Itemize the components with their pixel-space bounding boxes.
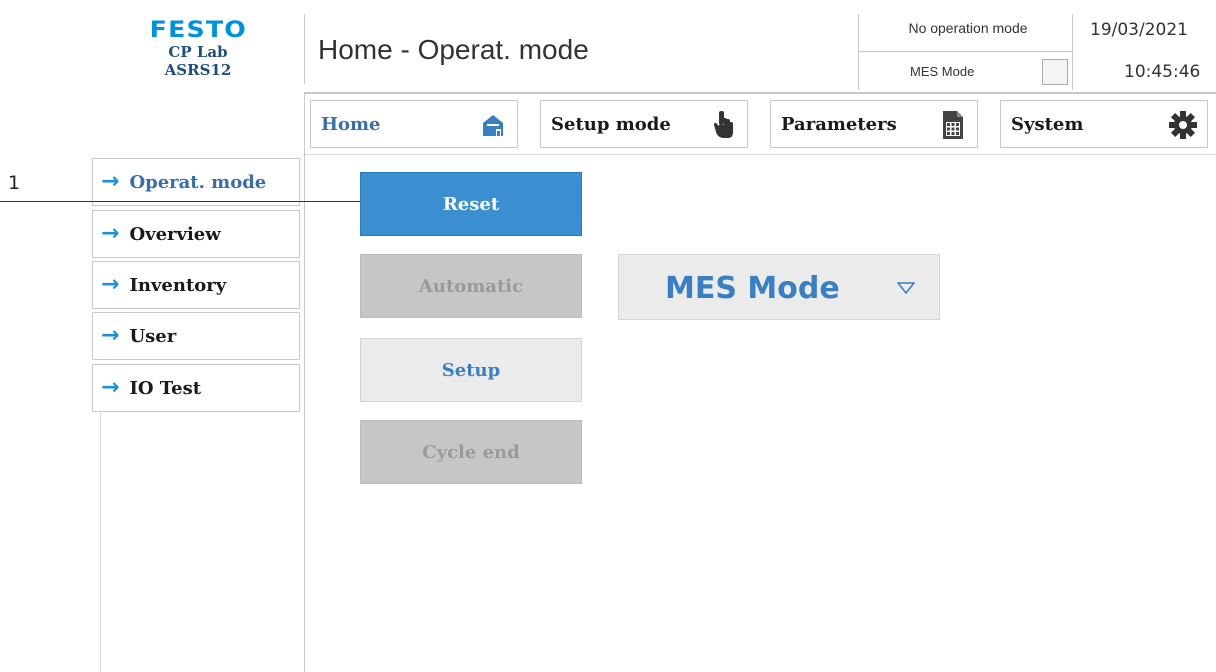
header-bottom-divider	[304, 92, 1216, 94]
reset-button[interactable]: Reset	[360, 172, 582, 236]
dropdown-selected-value: MES Mode	[665, 271, 840, 306]
nav-setup-mode-label: Setup mode	[551, 113, 671, 135]
document-table-icon	[937, 109, 969, 141]
sidebar-left-divider	[100, 410, 101, 672]
brand-station-id: ASRS12	[164, 61, 232, 79]
arrow-right-icon: →	[101, 375, 120, 400]
triangle-down-icon	[895, 277, 917, 299]
sidebar-item-io-test[interactable]: → IO Test	[92, 364, 300, 412]
arrow-right-icon: →	[101, 169, 120, 194]
status-divider-horizontal	[858, 51, 1072, 52]
nav-parameters-button[interactable]: Parameters	[770, 100, 978, 148]
gear-icon	[1167, 109, 1199, 141]
setup-button[interactable]: Setup	[360, 338, 582, 402]
nav-parameters-label: Parameters	[781, 113, 897, 135]
hand-pointer-icon	[707, 109, 739, 141]
automatic-button[interactable]: Automatic	[360, 254, 582, 318]
time-display: 10:45:46	[1124, 62, 1201, 82]
nav-system-button[interactable]: System	[1000, 100, 1208, 148]
operation-mode-status: No operation mode	[908, 20, 1028, 36]
nav-system-label: System	[1011, 113, 1084, 135]
mes-mode-checkbox[interactable]	[1042, 59, 1068, 85]
nav-bottom-divider	[304, 154, 1216, 155]
status-divider-right	[1072, 14, 1073, 90]
sidebar-item-overview[interactable]: → Overview	[92, 210, 300, 258]
sidebar-item-label: Operat. mode	[129, 171, 267, 193]
callout-number: 1	[8, 172, 21, 194]
festo-logo: FESTO	[149, 18, 247, 43]
sidebar-item-label: IO Test	[129, 377, 202, 399]
header-divider	[304, 14, 305, 84]
arrow-right-icon: →	[101, 272, 120, 297]
sidebar-item-label: Overview	[129, 223, 221, 245]
sidebar-item-operat-mode[interactable]: → Operat. mode	[92, 158, 300, 206]
mode-dropdown[interactable]: MES Mode	[618, 254, 940, 320]
home-icon	[477, 109, 509, 141]
nav-setup-mode-button[interactable]: Setup mode	[540, 100, 748, 148]
sidebar-item-inventory[interactable]: → Inventory	[92, 261, 300, 309]
arrow-right-icon: →	[101, 323, 120, 348]
date-display: 19/03/2021	[1090, 20, 1188, 40]
callout-line	[0, 201, 364, 202]
brand-block: FESTO CP Lab ASRS12	[100, 18, 296, 79]
mes-mode-label: MES Mode	[910, 64, 975, 79]
nav-home-label: Home	[321, 113, 381, 135]
sidebar-item-user[interactable]: → User	[92, 312, 300, 360]
arrow-right-icon: →	[101, 221, 120, 246]
main-left-divider	[304, 94, 305, 672]
cycle-end-button[interactable]: Cycle end	[360, 420, 582, 484]
status-divider-left	[858, 14, 859, 90]
nav-home-button[interactable]: Home	[310, 100, 518, 148]
page-title: Home - Operat. mode	[318, 34, 589, 65]
sidebar-item-label: User	[129, 325, 177, 347]
sidebar-item-label: Inventory	[129, 274, 227, 296]
brand-line-1: CP Lab	[168, 43, 228, 61]
